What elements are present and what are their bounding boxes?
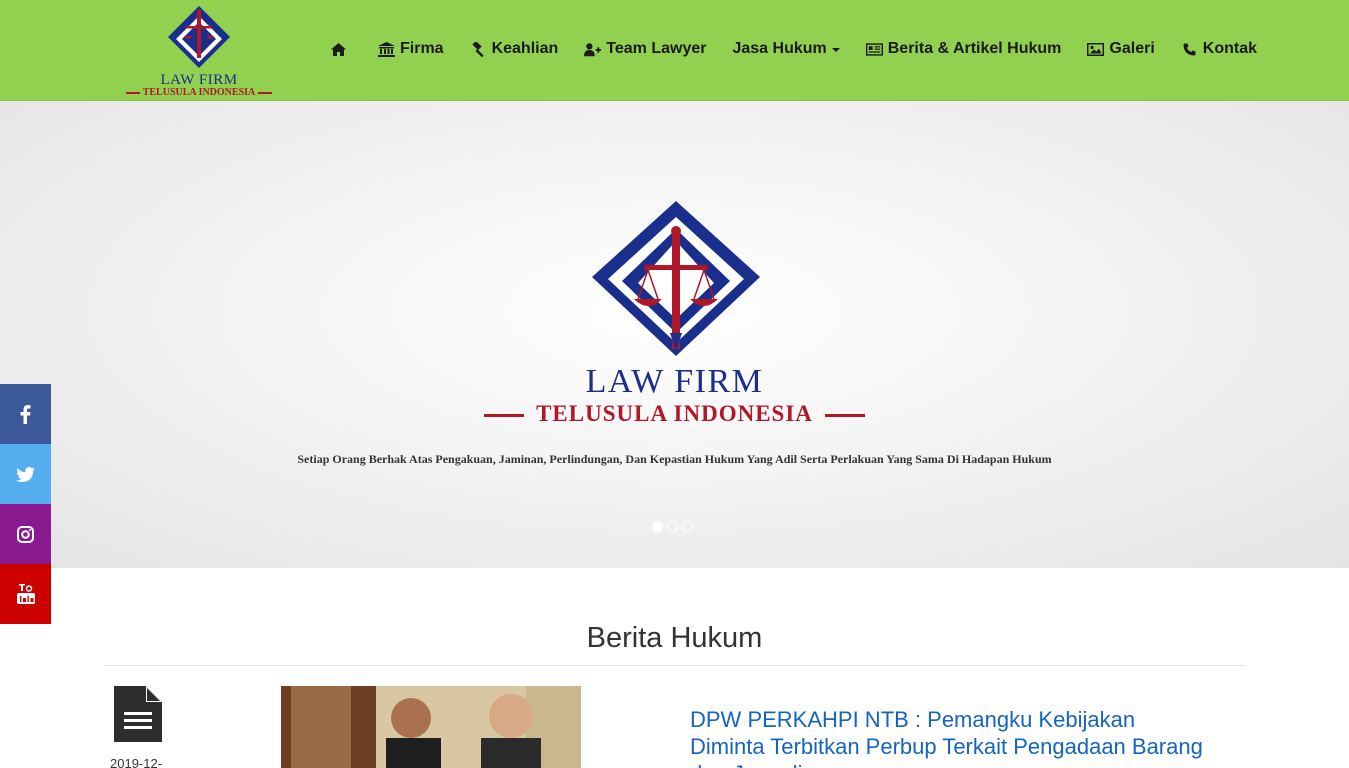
institution-icon [378,41,395,57]
section-divider [104,665,1246,666]
brand-subtitle: TELUSULA INDONESIA [114,87,284,98]
top-navbar: LAW FIRM TELUSULA INDONESIA Firma Keahli… [0,0,1349,101]
nav-galeri[interactable]: Galeri [1087,38,1155,60]
user-plus-icon [584,41,602,57]
image-icon [1087,41,1105,57]
carousel-dot-2[interactable] [667,521,678,532]
post-thumbnail[interactable] [281,686,581,768]
carousel-indicators [652,521,697,532]
gavel-icon [470,41,487,57]
photo-image [281,686,581,768]
nav-firma[interactable]: Firma [378,38,444,60]
instagram-link[interactable] [0,504,51,564]
nav-jasa-hukum-dropdown[interactable]: Jasa Hukum [732,38,840,60]
hero-subtitle-text: TELUSULA INDONESIA [536,401,813,426]
carousel-dot-3[interactable] [682,521,693,532]
home-icon [330,41,347,57]
nav-home[interactable] [330,38,352,60]
chevron-down-icon [831,48,840,52]
nav-kontak-label: Kontak [1202,40,1257,57]
nav-berita-artikel[interactable]: Berita & Artikel Hukum [865,38,1062,60]
youtube-link[interactable] [0,564,51,624]
twitter-icon [16,466,35,482]
hero-caption: Setiap Orang Berhak Atas Pengakuan, Jami… [297,452,1052,466]
nav-firma-label: Firma [400,40,444,57]
post-title-link[interactable]: DPW PERKAHPI NTB : Pemangku Kebijakan Di… [690,706,1210,768]
facebook-link[interactable] [0,384,51,444]
nav-kontak[interactable]: Kontak [1181,38,1257,60]
nav-keahlian[interactable]: Keahlian [470,38,559,60]
nav-galeri-label: Galeri [1109,40,1155,57]
scales-logo-icon [592,201,760,356]
nav-team-lawyer-label: Team Lawyer [606,40,707,57]
hero-title: LAW FIRM [585,363,764,400]
carousel-dot-1[interactable] [652,521,663,532]
youtube-icon [16,584,35,604]
section-title: Berita Hukum [586,622,763,654]
newspaper-icon [865,41,883,57]
hero-carousel: LAW FIRM TELUSULA INDONESIA Setiap Orang… [0,101,1349,568]
nav-jasa-hukum-label: Jasa Hukum [732,40,827,57]
main-nav: Firma Keahlian Team Lawyer Jasa Hukum Be… [330,38,1257,60]
phone-icon [1181,41,1198,57]
document-icon [114,686,162,742]
nav-berita-artikel-label: Berita & Artikel Hukum [887,40,1062,57]
post-date: 2019-12- [110,756,163,768]
social-sidebar [0,384,51,624]
brand-logo[interactable]: LAW FIRM TELUSULA INDONESIA [114,4,284,98]
hero-subtitle: TELUSULA INDONESIA [0,401,1349,427]
nav-team-lawyer[interactable]: Team Lawyer [584,38,706,60]
brand-subtitle-text: TELUSULA INDONESIA [142,87,256,98]
facebook-icon [20,404,31,424]
instagram-icon [17,525,34,543]
twitter-link[interactable] [0,444,51,504]
scales-logo-icon [168,6,230,68]
nav-keahlian-label: Keahlian [491,40,559,57]
